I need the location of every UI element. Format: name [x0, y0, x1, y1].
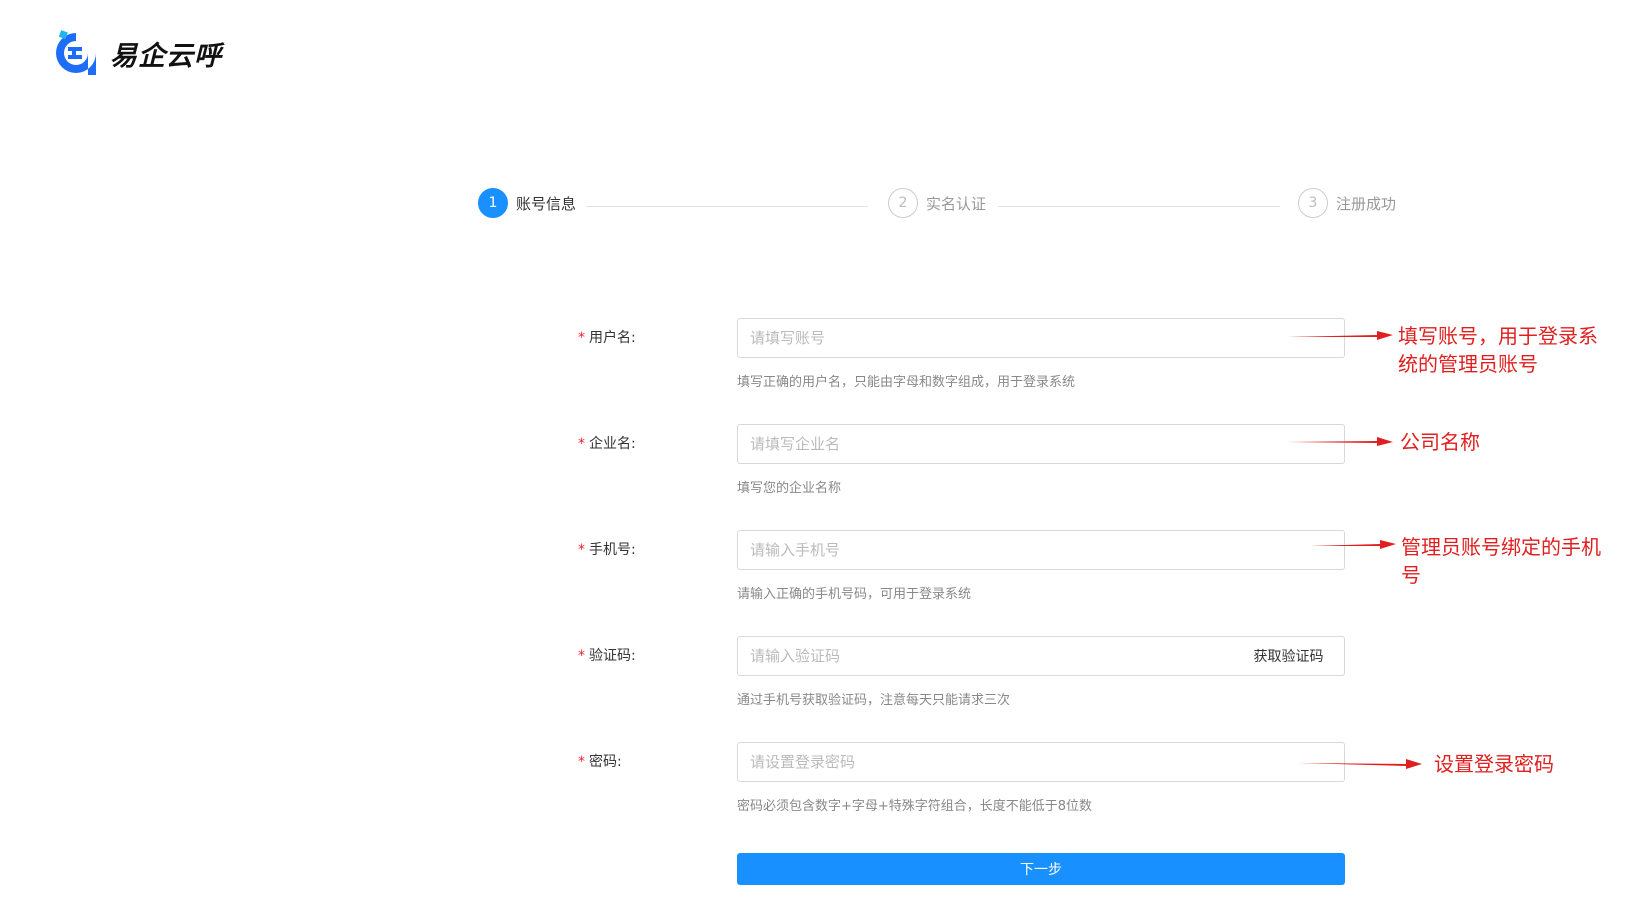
- get-code-button[interactable]: 获取验证码: [1233, 636, 1345, 676]
- required-mark: *: [578, 542, 585, 558]
- password-label: * 密码:: [578, 742, 698, 782]
- label-text: 手机号:: [589, 542, 636, 558]
- annotation-phone-line1: 管理员账号绑定的手机: [1401, 535, 1601, 559]
- password-input[interactable]: [737, 742, 1345, 782]
- step-label: 账号信息: [516, 194, 577, 213]
- next-step-button[interactable]: 下一步: [737, 853, 1345, 885]
- step-real-name-verify: 2 实名认证: [888, 188, 986, 218]
- code-input[interactable]: [737, 636, 1234, 676]
- annotation-phone-line2: 号: [1401, 563, 1421, 587]
- step-number: 1: [478, 188, 508, 218]
- step-label: 实名认证: [926, 194, 987, 213]
- step-number: 2: [888, 188, 918, 218]
- brand-logo-icon: [50, 27, 102, 79]
- label-text: 密码:: [589, 754, 622, 770]
- code-hint: 通过手机号获取验证码，注意每天只能请求三次: [737, 693, 1011, 708]
- annotation-arrow: [1298, 759, 1422, 769]
- phone-hint: 请输入正确的手机号码，可用于登录系统: [737, 587, 972, 602]
- annotation-company: 公司名称: [1400, 430, 1480, 454]
- label-text: 企业名:: [589, 436, 636, 452]
- username-label: * 用户名:: [578, 318, 698, 358]
- annotation-username-line2: 统的管理员账号: [1398, 352, 1538, 376]
- username-hint: 填写正确的用户名，只能由字母和数字组成，用于登录系统: [737, 375, 1076, 390]
- company-hint: 填写您的企业名称: [737, 481, 842, 496]
- password-hint: 密码必须包含数字+字母+特殊字符组合，长度不能低于8位数: [737, 799, 1093, 814]
- required-mark: *: [578, 330, 585, 346]
- code-label: * 验证码:: [578, 636, 698, 676]
- annotation-arrow: [1287, 331, 1393, 340]
- annotation-arrow: [1310, 540, 1396, 549]
- brand-logo[interactable]: 易企云呼: [50, 27, 222, 79]
- username-input[interactable]: [737, 318, 1345, 358]
- required-mark: *: [578, 436, 585, 452]
- registration-steps: 1 账号信息 2 实名认证 3 注册成功: [478, 188, 1440, 224]
- step-register-success: 3 注册成功: [1298, 188, 1396, 218]
- annotation-password: 设置登录密码: [1434, 752, 1554, 776]
- phone-label: * 手机号:: [578, 530, 698, 570]
- registration-page: 易企云呼 1 账号信息 2 实名认证 3 注册成功 *用户名: 填写正确的用户名…: [0, 0, 1626, 918]
- phone-input[interactable]: [737, 530, 1345, 570]
- step-label: 注册成功: [1336, 194, 1397, 213]
- step-connector: [998, 206, 1280, 207]
- label-text: 验证码:: [589, 648, 636, 664]
- required-mark: *: [578, 754, 585, 770]
- company-label: * 企业名:: [578, 424, 698, 464]
- label-text: 用户名:: [589, 330, 636, 346]
- annotation-arrow: [1287, 437, 1393, 446]
- step-connector: [586, 206, 868, 207]
- required-mark: *: [578, 648, 585, 664]
- step-number: 3: [1298, 188, 1328, 218]
- company-input[interactable]: [737, 424, 1345, 464]
- annotation-username-line1: 填写账号，用于登录系: [1398, 324, 1598, 348]
- step-account-info: 1 账号信息: [478, 188, 576, 218]
- brand-name: 易企云呼: [110, 40, 222, 72]
